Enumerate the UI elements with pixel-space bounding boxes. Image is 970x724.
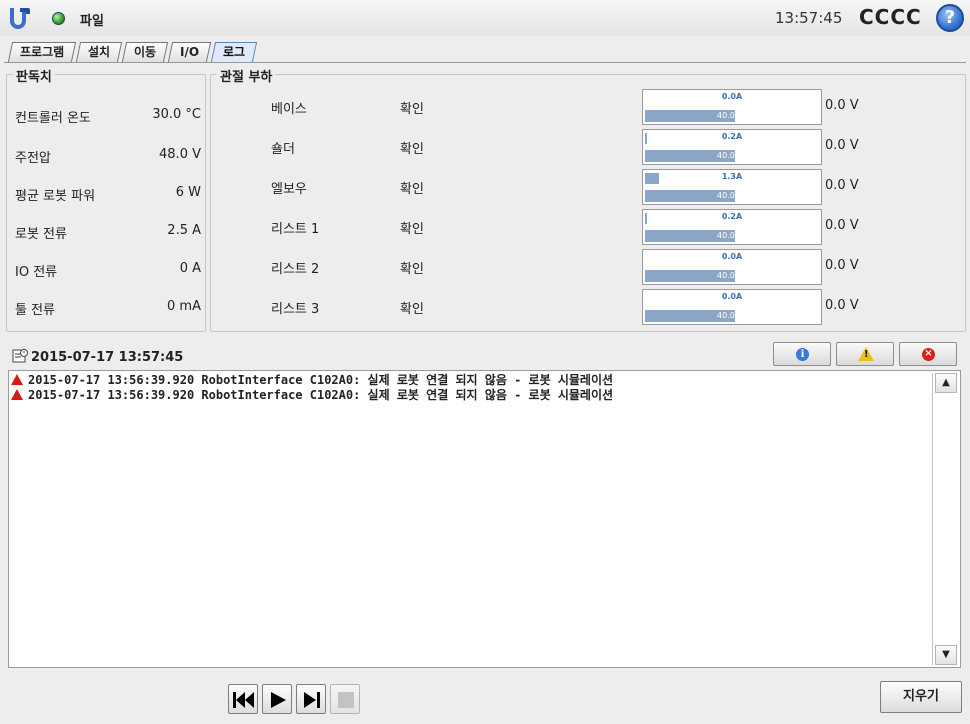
skip-to-start-button[interactable]	[228, 684, 258, 714]
file-menu[interactable]: 파일	[80, 10, 104, 29]
log-entry[interactable]: 2015-07-17 13:56:39.920 RobotInterface C…	[11, 388, 613, 403]
step-forward-button[interactable]	[296, 684, 326, 714]
log-entry[interactable]: 2015-07-17 13:56:39.920 RobotInterface C…	[11, 373, 613, 388]
reading-robot-current: 로봇 전류 2.5 A	[15, 223, 201, 242]
log-calendar-icon	[12, 349, 28, 363]
stop-icon	[338, 692, 354, 708]
joint-status: 확인	[400, 302, 424, 317]
joint-gauge: 0.0A 40.0 °C	[642, 249, 822, 285]
clear-log-button[interactable]: 지우기	[880, 681, 962, 713]
joint-status: 확인	[400, 102, 424, 117]
step-forward-icon	[304, 692, 320, 708]
play-button[interactable]	[262, 684, 292, 714]
help-icon[interactable]: ?	[936, 4, 964, 32]
info-icon: i	[796, 348, 809, 361]
joint-load-panel: 관절 부하 베이스 확인 0.0A 40.0 °C 0.0 V 숄더 확인 0.2A 40.0 …	[210, 66, 967, 332]
skip-back-icon	[233, 692, 254, 708]
reading-main-voltage: 주전압 48.0 V	[15, 147, 201, 166]
joint-status: 확인	[400, 142, 424, 157]
temperature-value: 40.0 °C	[717, 311, 747, 320]
current-value: 1.3A	[721, 172, 743, 181]
reading-io-current: IO 전류 0 A	[15, 261, 201, 280]
warning-icon	[858, 347, 874, 361]
warning-icon	[11, 374, 23, 385]
joint-row: 리스트 1 확인 0.2A 40.0 °C 0.0 V	[211, 209, 967, 245]
joint-name: 숄더	[271, 142, 295, 157]
joint-gauge: 0.2A 40.0 °C	[642, 129, 822, 165]
current-value: 0.0A	[721, 252, 743, 261]
stop-button[interactable]	[330, 684, 360, 714]
warning-icon	[11, 389, 23, 400]
joint-voltage: 0.0 V	[825, 138, 859, 153]
reading-controller-temp: 컨트롤러 온도 30.0 °C	[15, 107, 201, 126]
joint-voltage: 0.0 V	[825, 258, 859, 273]
tab-bar: 프로그램 설치 이동 I/O 로그	[7, 42, 260, 62]
joint-gauge: 1.3A 40.0 °C	[642, 169, 822, 205]
current-value: 0.0A	[721, 292, 743, 301]
robot-status-icon[interactable]	[52, 12, 65, 25]
joint-voltage: 0.0 V	[825, 98, 859, 113]
joint-name: 리스트 1	[271, 222, 320, 237]
joint-row: 리스트 2 확인 0.0A 40.0 °C 0.0 V	[211, 249, 967, 285]
reading-avg-power: 평균 로봇 파워 6 W	[15, 185, 201, 204]
joint-row: 리스트 3 확인 0.0A 40.0 °C 0.0 V	[211, 289, 967, 325]
filter-info-button[interactable]: i	[773, 342, 831, 366]
scroll-up-icon[interactable]: ▲	[935, 373, 957, 393]
temperature-value: 40.0 °C	[717, 151, 747, 160]
clock: 13:57:45	[775, 9, 843, 27]
joint-name: 엘보우	[271, 182, 307, 197]
temperature-value: 40.0 °C	[717, 111, 747, 120]
joint-name: 리스트 2	[271, 262, 320, 277]
joint-status: 확인	[400, 182, 424, 197]
scroll-down-icon[interactable]: ▼	[935, 645, 957, 665]
robot-name: CCCC	[859, 5, 922, 29]
joint-status: 확인	[400, 262, 424, 277]
temperature-value: 40.0 °C	[717, 231, 747, 240]
joint-row: 베이스 확인 0.0A 40.0 °C 0.0 V	[211, 89, 967, 125]
joint-name: 베이스	[271, 102, 307, 117]
log-scrollbar[interactable]: ▲ ▼	[932, 373, 958, 665]
log-list[interactable]: 2015-07-17 13:56:39.920 RobotInterface C…	[8, 370, 961, 668]
temperature-value: 40.0 °C	[717, 191, 747, 200]
current-value: 0.0A	[721, 92, 743, 101]
error-icon: ×	[922, 348, 935, 361]
tab-program[interactable]: 프로그램	[7, 42, 77, 62]
filter-error-button[interactable]: ×	[899, 342, 957, 366]
tab-io[interactable]: I/O	[168, 42, 212, 62]
tab-log[interactable]: 로그	[211, 42, 258, 62]
current-value: 0.2A	[721, 132, 743, 141]
filter-warning-button[interactable]	[836, 342, 894, 366]
joint-name: 리스트 3	[271, 302, 320, 317]
joint-voltage: 0.0 V	[825, 218, 859, 233]
reading-tool-current: 툴 전류 0 mA	[15, 299, 201, 318]
joint-load-title: 관절 부하	[217, 66, 276, 85]
joint-row: 엘보우 확인 1.3A 40.0 °C 0.0 V	[211, 169, 967, 205]
readings-title: 판독치	[13, 66, 55, 85]
joint-gauge: 0.2A 40.0 °C	[642, 209, 822, 245]
tab-installation[interactable]: 설치	[76, 42, 123, 62]
joint-row: 숄더 확인 0.2A 40.0 °C 0.0 V	[211, 129, 967, 165]
joint-gauge: 0.0A 40.0 °C	[642, 289, 822, 325]
readings-panel: 판독치 컨트롤러 온도 30.0 °C 주전압 48.0 V 평균 로봇 파워 …	[6, 66, 206, 332]
current-value: 0.2A	[721, 212, 743, 221]
log-header-date: 2015-07-17 13:57:45	[31, 350, 184, 365]
temperature-value: 40.0 °C	[717, 271, 747, 280]
tab-move[interactable]: 이동	[122, 42, 169, 62]
play-icon	[271, 692, 286, 708]
title-bar: 파일 13:57:45 CCCC ?	[0, 0, 970, 36]
tab-divider	[4, 62, 966, 63]
joint-gauge: 0.0A 40.0 °C	[642, 89, 822, 125]
joint-status: 확인	[400, 222, 424, 237]
joint-voltage: 0.0 V	[825, 298, 859, 313]
joint-voltage: 0.0 V	[825, 178, 859, 193]
ur-logo	[10, 8, 30, 29]
